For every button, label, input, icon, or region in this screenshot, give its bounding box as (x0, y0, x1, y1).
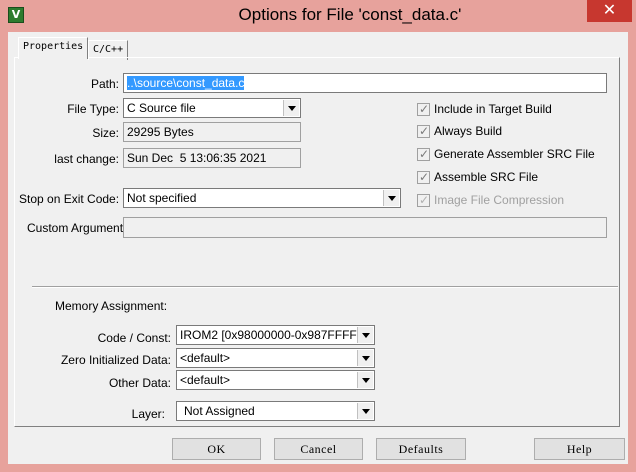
path-input[interactable]: ..\source\const_data.c (123, 73, 607, 93)
chevron-down-icon[interactable] (357, 350, 373, 366)
checkmark-icon: ✓ (419, 124, 430, 138)
checkmark-icon: ✓ (419, 170, 430, 184)
zero-init-select[interactable]: <default> (176, 348, 375, 368)
image-compression-label: Image File Compression (434, 193, 565, 207)
file-type-label: File Type: (67, 102, 119, 116)
size-field: 29295 Bytes (123, 122, 301, 142)
chevron-down-icon[interactable] (357, 327, 373, 343)
file-type-value: C Source file (127, 101, 196, 115)
size-label: Size: (92, 126, 119, 140)
keil-uvision-icon: V (8, 7, 24, 23)
path-label: Path: (90, 77, 119, 91)
layer-value: Not Assigned (184, 404, 255, 418)
always-build-label: Always Build (434, 124, 503, 138)
last-change-field: Sun Dec 5 13:06:35 2021 (123, 148, 301, 168)
chevron-down-icon[interactable] (357, 403, 373, 419)
last-change-label: last change: (54, 152, 119, 166)
assemble-src-checkbox[interactable]: ✓ (417, 170, 430, 184)
title-bar[interactable]: V Options for File 'const_data.c' ✕ (0, 0, 636, 32)
zero-init-value: <default> (180, 351, 231, 365)
cancel-button[interactable]: Cancel (274, 438, 363, 460)
other-data-select[interactable]: <default> (176, 370, 375, 390)
help-button[interactable]: Help (534, 438, 625, 460)
stop-on-exit-select[interactable]: Not specified (123, 188, 401, 208)
generate-asm-src-checkbox[interactable]: ✓ (417, 147, 430, 161)
layer-label: Layer: (131, 407, 165, 421)
always-build-checkbox[interactable]: ✓ (417, 124, 430, 138)
checkmark-icon: ✓ (419, 147, 430, 161)
chevron-down-icon[interactable] (383, 190, 399, 206)
other-data-value: <default> (180, 373, 231, 387)
assemble-src-label: Assemble SRC File (434, 170, 539, 184)
properties-panel: Path: ..\source\const_data.c File Type: … (14, 57, 620, 427)
close-icon: ✕ (602, 0, 617, 19)
include-in-build-checkbox[interactable]: ✓ (417, 102, 430, 116)
image-compression-checkbox: ✓ (417, 193, 430, 207)
close-button[interactable]: ✕ (587, 0, 632, 22)
window-title: Options for File 'const_data.c' (238, 5, 462, 24)
file-type-select[interactable]: C Source file (123, 98, 301, 118)
section-divider (32, 286, 618, 288)
last-change-value: Sun Dec 5 13:06:35 2021 (127, 151, 267, 165)
code-const-value: IROM2 [0x98000000-0x987FFFFF] (180, 328, 368, 342)
include-in-build-label: Include in Target Build (434, 102, 552, 116)
size-value: 29295 Bytes (127, 125, 194, 139)
generate-asm-src-label: Generate Assembler SRC File (434, 147, 595, 161)
stop-on-exit-label: Stop on Exit Code: (19, 192, 120, 206)
custom-args-label: Custom Arguments: (27, 221, 133, 235)
defaults-button[interactable]: Defaults (376, 438, 466, 460)
tab-properties[interactable]: Properties (18, 37, 89, 59)
ok-button[interactable]: OK (172, 438, 261, 460)
chevron-down-icon[interactable] (357, 372, 373, 388)
zero-init-label: Zero Initialized Data: (60, 353, 171, 367)
path-value: ..\source\const_data.c (127, 76, 245, 90)
stop-on-exit-value: Not specified (127, 191, 197, 205)
code-const-label: Code / Const: (97, 331, 171, 345)
checkmark-icon: ✓ (419, 102, 430, 116)
memory-assignment-heading: Memory Assignment: (55, 299, 168, 313)
chevron-down-icon[interactable] (283, 100, 299, 116)
custom-args-input (123, 217, 607, 238)
other-data-label: Other Data: (108, 376, 171, 390)
checkmark-icon: ✓ (419, 193, 430, 207)
code-const-select[interactable]: IROM2 [0x98000000-0x987FFFFF] (176, 325, 375, 345)
dialog-client-area: Properties C/C++ Path: ..\source\const_d… (8, 32, 628, 464)
layer-select[interactable]: Not Assigned (176, 401, 375, 421)
